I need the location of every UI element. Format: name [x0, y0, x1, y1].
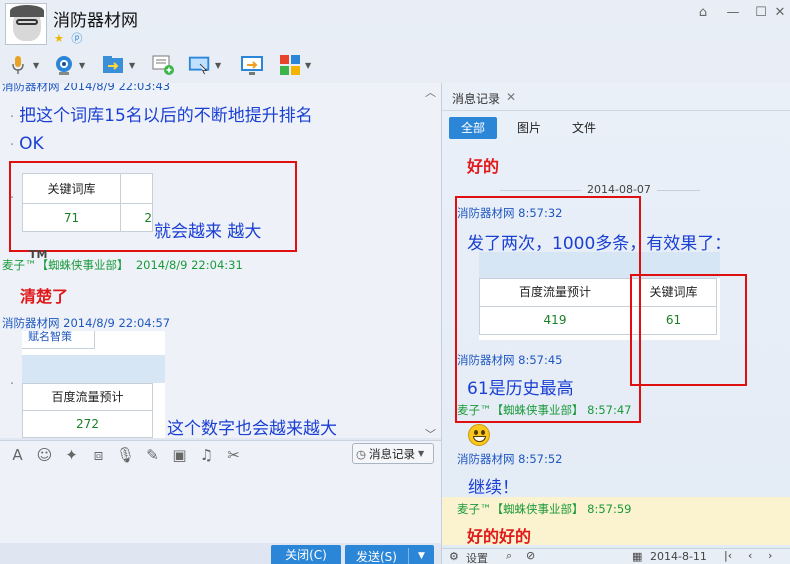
share-screen-icon	[240, 54, 264, 76]
video-call-button[interactable]: ▼	[52, 52, 85, 78]
table-header: 百度流量预计	[22, 383, 153, 411]
prev-page-icon[interactable]: ‹	[748, 549, 752, 562]
font-icon[interactable]: A	[4, 446, 31, 464]
chat-messages-panel[interactable]: 消防器材网 2014/8/9 22:03:43 · 把这个词库15名以后的不断地提…	[0, 83, 441, 438]
voice-message-icon[interactable]: 🎙	[112, 446, 139, 464]
highlight-box	[455, 196, 641, 423]
chat-message: · 把这个词库15名以后的不断地提升排名	[10, 106, 313, 126]
history-message: 继续！	[468, 478, 519, 498]
edit-icon[interactable]: ✎	[139, 446, 166, 464]
next-page-icon[interactable]: ›	[768, 549, 772, 562]
image-table-traffic[interactable]: 赋名智策 百度流量预计 272	[22, 331, 165, 438]
close-tab-icon[interactable]: ✕	[506, 90, 516, 104]
grin-emoji-icon	[468, 424, 490, 446]
status-icon[interactable]: ⓟ	[71, 32, 82, 45]
screenshot-icon[interactable]: ⧈	[85, 446, 112, 464]
calendar-icon[interactable]: ▦	[632, 550, 642, 563]
collapse-icon[interactable]: ︿	[425, 84, 436, 100]
add-to-chat-button[interactable]	[151, 52, 175, 78]
close-chat-button[interactable]: 关闭(C)	[271, 545, 341, 564]
remote-assist-icon	[188, 54, 212, 76]
send-button[interactable]: 发送(S) ▼	[345, 545, 434, 564]
file-transfer-button[interactable]: ▼	[102, 52, 135, 78]
title-bar: 消防器材网 ★ ⓟ ⌂ — ☐ ✕	[0, 0, 790, 50]
video-camera-icon	[52, 54, 76, 76]
skin-icon[interactable]: ⌂	[694, 5, 712, 21]
filter-images[interactable]: 图片	[505, 117, 553, 139]
history-footer: ⚙ 设置 ⌕ ⊘ ▦ 2014-8-11 |‹ ‹ ›	[442, 548, 790, 564]
delete-icon[interactable]: ⊘	[526, 549, 535, 562]
message-meta: 消防器材网 8:57:52	[457, 452, 563, 466]
message-meta: 消防器材网 2014/8/9 22:03:43	[2, 83, 171, 93]
star-icon[interactable]: ★	[54, 32, 64, 45]
chat-message: 清楚了	[20, 287, 69, 306]
history-message: 好的	[467, 157, 500, 176]
tab-message-history[interactable]: 消息记录	[452, 90, 500, 107]
date-field[interactable]: 2014-8-11	[650, 550, 707, 563]
voice-call-button[interactable]: ▼	[6, 52, 39, 78]
tm-mark: TM	[29, 248, 48, 261]
chat-message: · OK	[10, 134, 44, 154]
message-meta: 麦子™【蜘蛛侠事业部】 8:57:59	[457, 502, 632, 516]
highlight-box	[630, 274, 747, 386]
maximize-button[interactable]: ☐	[752, 5, 770, 21]
file-transfer-icon	[102, 54, 126, 76]
settings-icon[interactable]: ⚙	[449, 550, 459, 563]
add-chat-icon	[151, 54, 175, 76]
search-icon[interactable]: ⌕	[506, 549, 512, 563]
bullet-icon: ·	[10, 377, 15, 392]
contact-name: 消防器材网	[53, 11, 138, 31]
send-options-icon[interactable]: ▼	[409, 551, 434, 561]
clock-icon: ◷	[356, 446, 367, 461]
table-cell: 272	[22, 410, 153, 438]
toolbar: ▼ ▼ ▼ ▼ ▼	[0, 50, 790, 82]
emoji-icon[interactable]: ☺	[31, 446, 58, 464]
microphone-icon	[6, 54, 30, 76]
scissors-icon[interactable]: ✂	[220, 446, 247, 464]
share-screen-button[interactable]	[240, 52, 264, 78]
magic-icon[interactable]: ✦	[58, 446, 85, 464]
message-meta: 消防器材网 2014/8/9 22:04:57	[2, 316, 171, 330]
message-input[interactable]	[0, 468, 441, 543]
image-icon[interactable]: ▣	[166, 446, 193, 464]
filter-files[interactable]: 文件	[560, 117, 608, 139]
apps-icon	[278, 54, 302, 76]
settings-label[interactable]: 设置	[466, 550, 488, 564]
apps-button[interactable]: ▼	[278, 52, 311, 78]
chat-message: 这个数字也会越来越大	[167, 419, 337, 438]
filter-all[interactable]: 全部	[449, 117, 498, 139]
minimize-button[interactable]: —	[724, 5, 742, 21]
date-separator: 2014-08-07	[581, 183, 657, 196]
table-cell: 赋名智策	[22, 331, 95, 349]
first-page-icon[interactable]: |‹	[724, 549, 732, 562]
remote-assist-button[interactable]: ▼	[188, 52, 221, 78]
bullet-icon: ·	[10, 138, 15, 153]
music-icon[interactable]: ♫	[193, 446, 220, 464]
contact-avatar[interactable]	[5, 3, 47, 45]
close-button[interactable]: ✕	[771, 5, 789, 21]
highlight-box	[9, 161, 297, 252]
message-history-button[interactable]: ◷ 消息记录 ▼	[352, 443, 434, 464]
bullet-icon: ·	[10, 110, 15, 125]
history-message: 好的好的	[467, 527, 532, 546]
